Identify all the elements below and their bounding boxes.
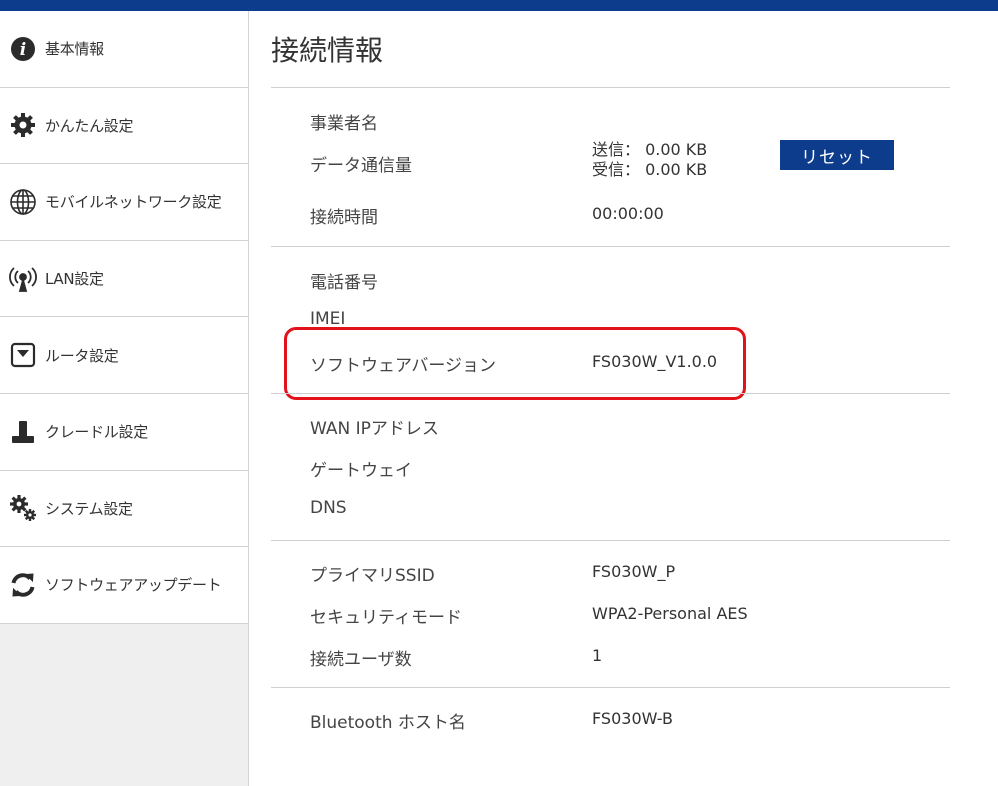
software-version-highlight	[284, 327, 746, 400]
sidebar-item-label: かんたん設定	[45, 116, 134, 135]
carrier-label: 事業者名	[310, 114, 378, 134]
svg-text:i: i	[20, 40, 26, 60]
sent-value: 送信： 0.00 KB	[592, 140, 708, 159]
sidebar-item-software-update[interactable]: ソフトウェアアップデート	[0, 547, 248, 624]
info-icon: i	[9, 35, 37, 63]
sidebar-item-system[interactable]: システム設定	[0, 470, 248, 548]
divider	[271, 540, 950, 541]
gears-icon	[9, 494, 37, 522]
globe-icon	[9, 188, 37, 216]
sidebar-item-lan[interactable]: LAN設定	[0, 240, 248, 318]
sidebar-item-basic-info[interactable]: i 基本情報	[0, 11, 248, 88]
sidebar-item-router[interactable]: ルータ設定	[0, 317, 248, 394]
divider	[271, 687, 950, 688]
primary-ssid-value: FS030W_P	[592, 562, 676, 581]
main-content: 接続情報 事業者名 データ通信量 送信： 0.00 KB 受信： 0.00 KB…	[249, 11, 998, 786]
wan-ip-label: WAN IPアドレス	[310, 419, 439, 439]
security-mode-label: セキュリティモード	[310, 608, 462, 628]
connected-users-label: 接続ユーザ数	[310, 650, 412, 670]
phone-number-label: 電話番号	[310, 273, 378, 293]
sidebar-item-label: モバイルネットワーク設定	[45, 193, 222, 212]
bluetooth-host-value: FS030W-B	[592, 709, 673, 728]
cradle-icon	[9, 418, 37, 446]
refresh-icon	[9, 571, 37, 599]
sidebar-item-cradle[interactable]: クレードル設定	[0, 393, 248, 471]
connection-time-label: 接続時間	[310, 208, 378, 228]
divider	[271, 87, 950, 88]
security-mode-value: WPA2-Personal AES	[592, 604, 748, 623]
reset-button[interactable]: リセット	[780, 140, 894, 170]
sidebar-item-easy-setup[interactable]: かんたん設定	[0, 87, 248, 165]
dns-label: DNS	[310, 498, 347, 518]
data-usage-values: 送信： 0.00 KB 受信： 0.00 KB	[592, 140, 707, 180]
data-usage-label: データ通信量	[310, 156, 412, 176]
sidebar-item-label: ソフトウェアアップデート	[45, 576, 222, 595]
sidebar-item-label: LAN設定	[45, 270, 104, 289]
sidebar-item-mobile-network[interactable]: モバイルネットワーク設定	[0, 164, 248, 241]
sidebar-item-label: ルータ設定	[45, 346, 119, 365]
top-header-bar	[0, 0, 998, 11]
router-icon	[9, 341, 37, 369]
imei-label: IMEI	[310, 309, 346, 329]
antenna-icon	[9, 265, 37, 293]
sidebar-item-label: システム設定	[45, 499, 133, 518]
sidebar-item-label: クレードル設定	[45, 423, 148, 442]
sidebar: i 基本情報 かんたん設定 モバイルネットワーク設定 LAN設定 ルータ設定 ク…	[0, 11, 249, 786]
bluetooth-host-label: Bluetooth ホスト名	[310, 713, 466, 733]
gear-icon	[9, 111, 37, 139]
sidebar-nav-list: i 基本情報 かんたん設定 モバイルネットワーク設定 LAN設定 ルータ設定 ク…	[0, 11, 248, 624]
page-title: 接続情報	[271, 34, 384, 67]
connection-time-value: 00:00:00	[592, 204, 664, 223]
primary-ssid-label: プライマリSSID	[310, 566, 435, 586]
gateway-label: ゲートウェイ	[310, 461, 412, 481]
divider	[271, 393, 950, 394]
divider	[271, 246, 950, 247]
received-value: 受信： 0.00 KB	[592, 160, 708, 179]
sidebar-item-label: 基本情報	[45, 40, 104, 59]
connected-users-value: 1	[592, 646, 603, 665]
